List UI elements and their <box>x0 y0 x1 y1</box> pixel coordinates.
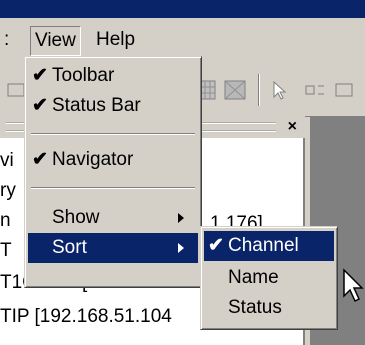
menu-item-status-bar[interactable]: ✔ Status Bar <box>28 91 198 121</box>
toolbar-separator <box>258 74 260 106</box>
menu-item-label: Sort <box>52 237 87 258</box>
sort-submenu: ✔ Channel Name Status <box>200 226 338 330</box>
submenu-arrow-icon <box>178 243 184 253</box>
tree-item[interactable]: n <box>0 209 11 233</box>
mouse-cursor-icon <box>343 268 364 303</box>
close-icon[interactable]: × <box>288 116 297 138</box>
menu-item-status[interactable]: Status <box>204 293 334 323</box>
submenu-arrow-icon <box>178 213 184 223</box>
menu-item-name[interactable]: Name <box>204 263 334 293</box>
menu-item-channel[interactable]: ✔ Channel <box>204 231 334 261</box>
tree-item[interactable]: ry <box>0 179 16 203</box>
tree-item[interactable]: T <box>0 239 12 263</box>
pattern-icon[interactable] <box>222 78 248 102</box>
menu-item-label: Toolbar <box>52 65 115 86</box>
menu-item-label: Show <box>52 207 100 228</box>
menu-item-sort[interactable]: Sort <box>28 233 198 263</box>
menu-item-toolbar[interactable]: ✔ Toolbar <box>28 61 198 91</box>
menu-item-label: Status Bar <box>52 95 141 116</box>
tree-item[interactable]: TIP [192.168.51.104 <box>0 305 172 329</box>
menu-item-show[interactable]: Show <box>28 203 198 233</box>
check-icon: ✔ <box>32 95 48 116</box>
menu-edge-item[interactable]: : <box>0 26 13 54</box>
menu-item-label: Status <box>228 297 282 318</box>
menu-help[interactable]: Help <box>92 26 139 54</box>
title-bar <box>0 0 365 18</box>
menu-separator <box>31 133 195 135</box>
check-icon: ✔ <box>32 65 48 86</box>
menu-separator <box>31 187 195 189</box>
pointer-icon[interactable] <box>268 78 294 102</box>
menu-item-label: Channel <box>228 235 299 256</box>
connect-icon[interactable] <box>302 78 328 102</box>
tree-item[interactable]: vi <box>0 149 14 173</box>
check-icon: ✔ <box>208 235 224 256</box>
more-icon[interactable] <box>332 78 358 102</box>
menu-item-label: Name <box>228 267 279 288</box>
menu-view[interactable]: View <box>30 26 81 56</box>
view-menu: ✔ Toolbar ✔ Status Bar ✔ Navigator Show … <box>24 56 202 288</box>
menu-item-label: Navigator <box>52 149 134 170</box>
menu-item-navigator[interactable]: ✔ Navigator <box>28 145 198 175</box>
check-icon: ✔ <box>32 149 48 170</box>
